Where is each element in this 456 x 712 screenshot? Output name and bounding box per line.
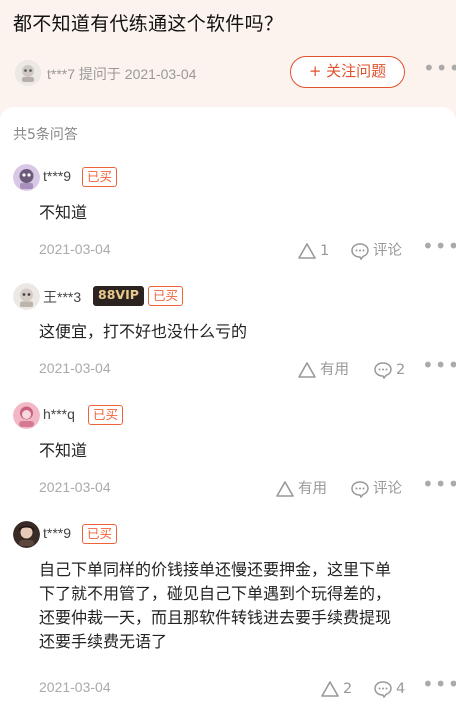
comment-button[interactable]: 评论 — [350, 241, 410, 261]
answer-text: 自己下单同样的价钱接单还慢还要押金，这里下单 下了就不用管了，碰见自己下单遇到个… — [39, 558, 444, 654]
like-button[interactable]: 1 — [297, 241, 337, 261]
answer-count: 共5条问答 — [13, 127, 78, 143]
bought-badge: 已买 — [88, 405, 124, 425]
speech-bubble-icon — [374, 362, 392, 379]
answer-text-line: 还要仲裁一天，而且那软件转钱进去要手续费提现 — [39, 608, 392, 627]
bought-badge: 已买 — [82, 524, 118, 544]
asker-row: t***7 提问于 2021-03-04 + 关注问题 ••• — [13, 56, 456, 88]
answerer-name: h***q — [43, 406, 75, 422]
comment-button[interactable]: 2 — [373, 360, 413, 380]
like-label: 有用 — [298, 481, 327, 497]
asker-avatar — [15, 60, 41, 86]
triangle-like-icon — [298, 243, 316, 259]
more-dots-icon[interactable]: ••• — [422, 353, 456, 377]
answer-text-line: 下了就不用管了，碰见自己下单遇到个玩得差的， — [39, 584, 392, 603]
more-dots-icon[interactable]: ••• — [422, 472, 456, 496]
answer-date: 2021-03-04 — [39, 241, 111, 257]
triangle-like-icon — [298, 362, 316, 378]
bought-badge: 已买 — [148, 286, 184, 306]
avatar[interactable] — [13, 402, 40, 429]
triangle-like-icon — [321, 681, 339, 697]
avatar[interactable] — [13, 521, 40, 548]
answer-date: 2021-03-04 — [39, 479, 111, 495]
follow-question-button[interactable]: + 关注问题 — [290, 56, 405, 88]
comment-count: 2 — [396, 362, 406, 378]
answer-text-line: 自己下单同样的价钱接单还慢还要押金，这里下单 — [39, 560, 392, 579]
more-dots-icon[interactable]: ••• — [422, 672, 456, 696]
answerer-name: t***9 — [43, 168, 72, 184]
triangle-like-icon — [276, 481, 294, 497]
comment-button[interactable]: 4 — [373, 679, 413, 699]
avatar[interactable] — [13, 164, 40, 191]
answer-text: 不知道 — [39, 203, 88, 222]
comment-count: 4 — [396, 681, 406, 697]
answer-text-line: 还要手续费无语了 — [39, 632, 168, 651]
answer-date: 2021-03-04 — [39, 360, 111, 376]
speech-bubble-icon — [351, 243, 369, 260]
answer-text: 不知道 — [39, 441, 88, 460]
like-button[interactable]: 2 — [320, 679, 360, 699]
like-button[interactable]: 有用 — [275, 479, 335, 499]
question-title: 都不知道有代练通这个软件吗？ — [13, 13, 284, 35]
asker-info: t***7 提问于 2021-03-04 — [47, 66, 197, 82]
more-dots-icon[interactable]: ••• — [423, 56, 456, 80]
comment-label: 评论 — [373, 243, 402, 259]
answer-text: 这便宜，打不好也没什么亏的 — [39, 322, 248, 341]
vip-badge: 88VIP — [93, 286, 144, 306]
bought-badge: 已买 — [82, 167, 118, 187]
answerer-name: 王***3 — [43, 289, 82, 305]
answerer-name: t***9 — [43, 525, 72, 541]
like-count: 1 — [320, 243, 330, 259]
avatar[interactable] — [13, 283, 40, 310]
answer-date: 2021-03-04 — [39, 679, 111, 695]
like-label: 有用 — [320, 362, 349, 378]
comment-button[interactable]: 评论 — [350, 479, 410, 499]
like-button[interactable]: 有用 — [297, 360, 357, 380]
more-dots-icon[interactable]: ••• — [422, 234, 456, 258]
answers-card: 共5条问答 t***9 已买 不知道 2021-03-04 1 评论 ••• — [0, 107, 456, 712]
like-count: 2 — [343, 681, 353, 697]
speech-bubble-icon — [374, 681, 392, 698]
speech-bubble-icon — [351, 481, 369, 498]
comment-label: 评论 — [373, 481, 402, 497]
